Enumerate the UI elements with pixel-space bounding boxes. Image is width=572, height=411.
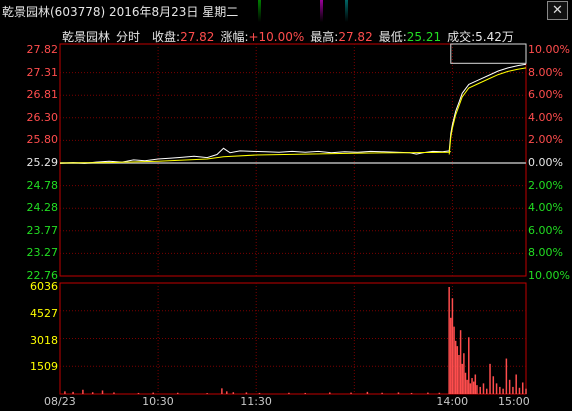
percent-tick-label: 10.00% [528, 43, 570, 56]
price-tick-label: 25.80 [26, 133, 59, 147]
volume-tick-label: 6036 [30, 280, 58, 293]
percent-tick-label: 10.00% [528, 269, 570, 282]
percent-tick-label: 4.00% [528, 201, 563, 215]
price-tick-label: 25.29 [26, 156, 59, 169]
price-tick-label: 27.31 [26, 65, 59, 79]
volume-tick-label: 1509 [30, 360, 58, 374]
time-tick-label: 08/23 [44, 395, 76, 408]
price-tick-label: 23.77 [26, 223, 59, 237]
time-tick-label: 10:30 [142, 395, 174, 408]
percent-tick-label: 0.00% [528, 156, 563, 169]
price-tick-label: 23.27 [26, 246, 59, 260]
intraday-chart[interactable] [0, 0, 572, 411]
percent-tick-label: 2.00% [528, 178, 563, 192]
limit-up-box [450, 43, 527, 64]
percent-tick-label: 8.00% [528, 65, 563, 79]
percent-tick-label: 6.00% [528, 88, 563, 102]
volume-tick-label: 4527 [30, 306, 58, 320]
price-panel-frame [59, 43, 527, 277]
average-line [59, 150, 452, 164]
percent-tick-label: 8.00% [528, 246, 563, 260]
percent-tick-label: 6.00% [528, 223, 563, 237]
price-tick-label: 26.30 [26, 110, 59, 124]
percent-tick-label: 4.00% [528, 110, 563, 124]
volume-tick-label: 3018 [30, 333, 58, 347]
time-tick-label: 15:00 [498, 395, 530, 408]
price-tick-label: 26.81 [26, 88, 59, 102]
average-line-late [448, 67, 527, 155]
price-tick-label: 27.82 [26, 43, 59, 56]
price-tick-label: 24.28 [26, 201, 59, 215]
time-tick-label: 14:00 [436, 395, 469, 408]
percent-tick-label: 2.00% [528, 133, 563, 147]
time-tick-label: 11:30 [240, 395, 272, 408]
price-tick-label: 24.78 [26, 178, 59, 192]
